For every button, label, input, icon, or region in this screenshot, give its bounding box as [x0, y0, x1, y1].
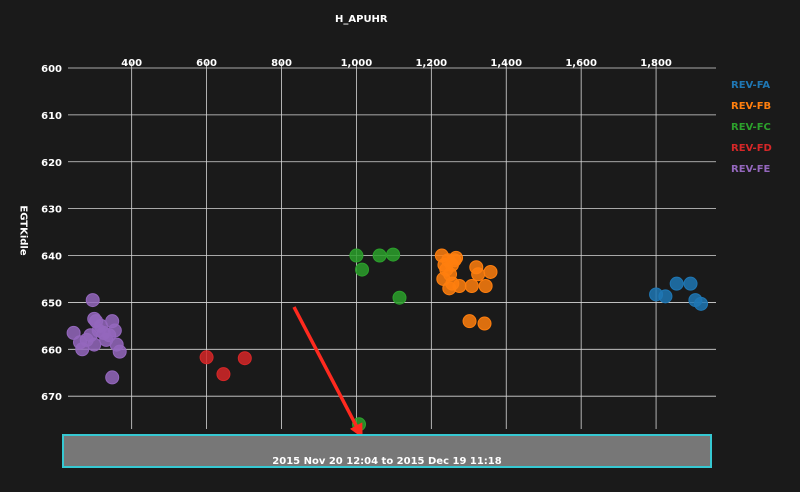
- data-point-rev-fc[interactable]: [372, 248, 387, 263]
- y-tick-label: 670: [41, 392, 62, 403]
- y-tick-label: 620: [41, 158, 62, 169]
- data-point-rev-fb[interactable]: [471, 267, 486, 282]
- annotation-arrow: [292, 306, 363, 438]
- legend-item-rev-fe[interactable]: REV-FE: [731, 164, 772, 185]
- data-point-rev-fc[interactable]: [392, 290, 407, 305]
- y-tick-label: 640: [41, 252, 62, 263]
- data-point-rev-fb[interactable]: [452, 279, 467, 294]
- data-point-rev-fe[interactable]: [85, 293, 100, 308]
- x-tick-label: 1,000: [341, 58, 373, 69]
- data-point-rev-fa[interactable]: [658, 289, 673, 304]
- data-point-rev-fa[interactable]: [683, 276, 698, 291]
- data-point-rev-fe[interactable]: [107, 323, 122, 338]
- point-layer: [66, 247, 709, 432]
- annotation-layer: [292, 306, 363, 438]
- legend-item-rev-fb[interactable]: REV-FB: [731, 101, 772, 122]
- data-point-rev-fe[interactable]: [105, 370, 120, 385]
- data-point-rev-fb[interactable]: [449, 250, 464, 265]
- data-point-rev-fb[interactable]: [483, 264, 498, 279]
- data-point-rev-fb[interactable]: [477, 316, 492, 331]
- data-point-rev-fd[interactable]: [199, 350, 214, 365]
- y-tick-label: 630: [41, 205, 62, 216]
- y-tick-label: 610: [41, 111, 62, 122]
- x-tick-label: 600: [196, 58, 217, 69]
- data-point-rev-fe[interactable]: [87, 337, 102, 352]
- data-point-rev-fa[interactable]: [694, 296, 709, 311]
- legend-item-rev-fd[interactable]: REV-FD: [731, 143, 772, 164]
- y-tick-label: 650: [41, 298, 62, 309]
- x-tick-label: 400: [121, 58, 142, 69]
- data-point-rev-fc[interactable]: [349, 248, 364, 263]
- data-point-rev-fd[interactable]: [237, 351, 252, 366]
- legend-item-rev-fc[interactable]: REV-FC: [731, 122, 772, 143]
- data-point-rev-fb[interactable]: [462, 314, 477, 329]
- data-point-rev-fe[interactable]: [87, 311, 102, 326]
- data-point-rev-fd[interactable]: [216, 367, 231, 382]
- y-tick-label: 660: [41, 345, 62, 356]
- data-point-rev-fc[interactable]: [355, 262, 370, 277]
- time-range-slider[interactable]: 2015 Nov 20 12:04 to 2015 Dec 19 11:18: [62, 434, 712, 468]
- grid-layer: [68, 62, 716, 429]
- data-point-rev-fc[interactable]: [386, 247, 401, 262]
- x-tick-label: 1,200: [416, 58, 448, 69]
- legend-item-rev-fa[interactable]: REV-FA: [731, 80, 772, 101]
- y-axis-title: EGTKidle: [17, 205, 29, 256]
- data-point-rev-fa[interactable]: [669, 276, 684, 291]
- x-tick-label: 1,400: [490, 58, 522, 69]
- x-tick-label: 800: [271, 58, 292, 69]
- x-tick-label: 1,800: [640, 58, 672, 69]
- time-range-label: 2015 Nov 20 12:04 to 2015 Dec 19 11:18: [272, 456, 502, 467]
- scatter-plot: 400 600 800 1,000 1,200 1,400 1,600 1,800 600 610…: [41, 58, 716, 438]
- data-point-rev-fe[interactable]: [112, 344, 127, 359]
- x-tick-label: 1,600: [565, 58, 597, 69]
- legend: REV-FA REV-FB REV-FC REV-FD REV-FE: [731, 80, 772, 185]
- data-point-rev-fb[interactable]: [478, 279, 493, 294]
- data-point-rev-fb[interactable]: [464, 279, 479, 294]
- x-axis-title: H_APUHR: [335, 14, 388, 25]
- y-tick-label: 600: [41, 64, 62, 75]
